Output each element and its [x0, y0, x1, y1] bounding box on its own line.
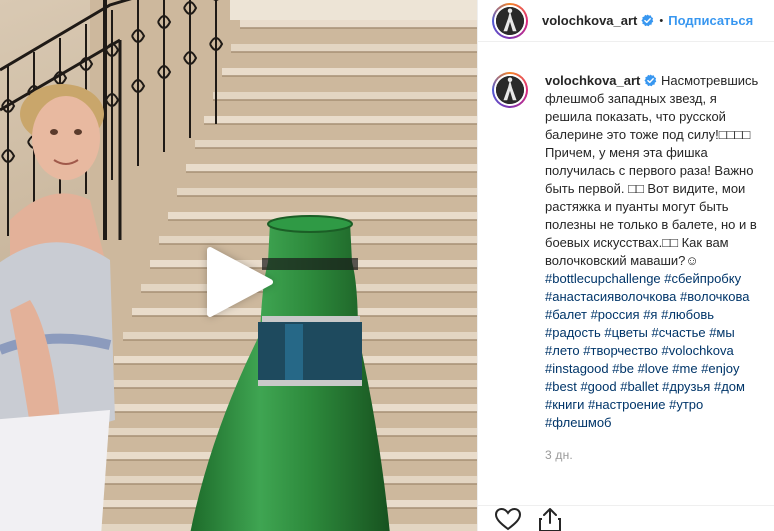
hashtag-link[interactable]: #настроение — [588, 397, 665, 412]
caption-username[interactable]: volochkova_art — [545, 73, 640, 88]
heart-icon — [494, 507, 522, 531]
hashtag-link[interactable]: #счастье — [652, 325, 706, 340]
verified-badge-icon — [644, 74, 657, 87]
post-sidebar: volochkova_art • Подписаться volochkova_… — [477, 0, 774, 531]
hashtag-link[interactable]: #творчество — [583, 343, 658, 358]
hashtag-link[interactable]: #me — [672, 361, 697, 376]
hashtag-link[interactable]: #best — [545, 379, 577, 394]
hashtag-link[interactable]: #утро — [669, 397, 703, 412]
action-bar — [478, 505, 774, 531]
like-button[interactable] — [494, 507, 522, 531]
hashtag-link[interactable]: #волочкова — [680, 289, 749, 304]
dancer-figure — [0, 80, 160, 531]
hashtag-link[interactable]: #радость — [545, 325, 601, 340]
caption-avatar[interactable] — [492, 72, 528, 108]
hashtag-link[interactable]: #я — [643, 307, 657, 322]
post-timestamp[interactable]: 3 дн. — [545, 448, 774, 462]
hashtag-link[interactable]: #флешмоб — [545, 415, 612, 430]
hashtag-link[interactable]: #лето — [545, 343, 580, 358]
hashtag-link[interactable]: #любовь — [661, 307, 714, 322]
hashtag-link[interactable]: #цветы — [604, 325, 648, 340]
share-button[interactable] — [536, 507, 564, 531]
hashtag-link[interactable]: #bottlecupchallenge — [545, 271, 661, 286]
hashtag-link[interactable]: #be — [612, 361, 634, 376]
hashtag-link[interactable]: #volochkova — [661, 343, 733, 358]
caption-text: Насмотревшись флешмоб западных звезд, я … — [545, 73, 762, 268]
follow-button[interactable]: Подписаться — [668, 13, 753, 28]
hashtag-link[interactable]: #мы — [709, 325, 735, 340]
hashtag-link[interactable]: #сбейпробку — [664, 271, 741, 286]
hashtag-link[interactable]: #дом — [714, 379, 745, 394]
verified-badge-icon — [641, 14, 654, 27]
hashtag-link[interactable]: #друзья — [662, 379, 710, 394]
hashtag-link[interactable]: #love — [638, 361, 669, 376]
hashtag-list: #bottlecupchallenge #сбейпробку #анастас… — [545, 271, 749, 430]
caption-section: volochkova_art Насмотревшись флешмоб зап… — [478, 72, 774, 462]
hashtag-link[interactable]: #балет — [545, 307, 587, 322]
hashtag-link[interactable]: #instagood — [545, 361, 609, 376]
hashtag-link[interactable]: #книги — [545, 397, 584, 412]
hashtag-link[interactable]: #enjoy — [701, 361, 739, 376]
separator-dot: • — [659, 14, 664, 27]
play-video-button[interactable] — [206, 246, 274, 318]
play-icon — [207, 247, 273, 317]
hashtag-link[interactable]: #россия — [591, 307, 640, 322]
avatar[interactable] — [492, 2, 528, 39]
post-header: volochkova_art • Подписаться — [478, 0, 774, 42]
share-icon — [539, 508, 561, 531]
caption-body: volochkova_art Насмотревшись флешмоб зап… — [545, 72, 763, 432]
post-media-video[interactable] — [0, 0, 477, 531]
hashtag-link[interactable]: #good — [580, 379, 616, 394]
header-username[interactable]: volochkova_art — [542, 13, 637, 28]
hashtag-link[interactable]: #анастасияволочкова — [545, 289, 676, 304]
hashtag-link[interactable]: #ballet — [620, 379, 658, 394]
